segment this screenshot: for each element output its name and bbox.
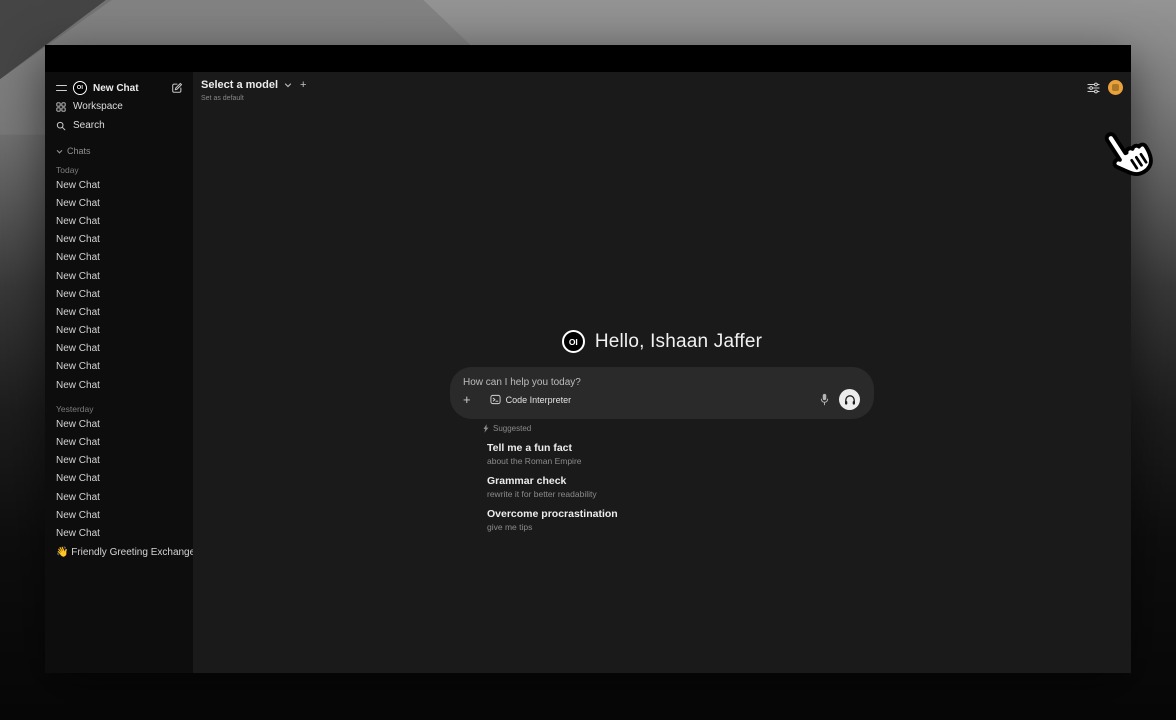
chats-section-toggle[interactable]: Chats bbox=[56, 144, 183, 158]
chat-list-item[interactable]: New Chat bbox=[56, 340, 183, 358]
chat-list-item[interactable]: New Chat bbox=[56, 452, 183, 470]
greeting-row: OI Hello, Ishaan Jaffer bbox=[450, 330, 874, 353]
chat-group-label-today: Today bbox=[56, 163, 183, 176]
search-icon bbox=[56, 121, 66, 131]
chat-list-item[interactable]: New Chat bbox=[56, 249, 183, 267]
prompt-subtitle: about the Roman Empire bbox=[487, 456, 874, 466]
chat-list-item[interactable]: New Chat bbox=[56, 322, 183, 340]
openwebui-logo-icon: OI bbox=[562, 330, 585, 353]
chevron-down-icon bbox=[56, 148, 63, 155]
voice-call-button[interactable] bbox=[839, 389, 860, 410]
prompt-title: Overcome procrastination bbox=[487, 508, 874, 520]
suggested-label: Suggested bbox=[493, 424, 531, 433]
chat-list-item[interactable]: New Chat bbox=[56, 231, 183, 249]
openwebui-logo-icon: OI bbox=[73, 81, 87, 95]
suggested-prompt[interactable]: Grammar check rewrite it for better read… bbox=[487, 475, 874, 499]
message-input-placeholder: How can I help you today? bbox=[463, 377, 860, 388]
suggested-section: Suggested Tell me a fun fact about the R… bbox=[450, 424, 874, 532]
new-chat-edit-icon[interactable] bbox=[171, 82, 183, 94]
code-interpreter-label: Code Interpreter bbox=[506, 395, 572, 405]
attach-plus-button[interactable]: + bbox=[463, 395, 471, 405]
greeting-text: Hello, Ishaan Jaffer bbox=[595, 331, 762, 353]
chat-list-today: New ChatNew ChatNew ChatNew ChatNew Chat… bbox=[56, 176, 183, 394]
code-interpreter-icon bbox=[490, 394, 501, 405]
main-area: Select a model + Set as default bbox=[193, 72, 1131, 673]
chat-list-item[interactable]: New Chat bbox=[56, 488, 183, 506]
suggested-prompts: Tell me a fun fact about the Roman Empir… bbox=[483, 442, 874, 532]
prompt-title: Tell me a fun fact bbox=[487, 442, 874, 454]
sidebar: OI New Chat Workspace bbox=[45, 72, 193, 673]
chat-list-item[interactable]: New Chat bbox=[56, 176, 183, 194]
sidebar-toggle-icon[interactable] bbox=[56, 85, 67, 92]
microphone-icon[interactable] bbox=[819, 393, 830, 407]
user-avatar[interactable] bbox=[1108, 80, 1123, 95]
model-header: Select a model + Set as default bbox=[201, 79, 306, 102]
workspace-label: Workspace bbox=[73, 101, 123, 112]
model-chevron-down-icon[interactable] bbox=[284, 81, 292, 89]
chat-list-item[interactable]: New Chat bbox=[56, 470, 183, 488]
chat-list-item[interactable]: New Chat bbox=[56, 212, 183, 230]
welcome-panel: OI Hello, Ishaan Jaffer How can I help y… bbox=[450, 330, 874, 532]
chat-list-item[interactable]: New Chat bbox=[56, 358, 183, 376]
search-label: Search bbox=[73, 120, 105, 131]
chat-list-item[interactable]: New Chat bbox=[56, 376, 183, 394]
chat-list-item[interactable]: New Chat bbox=[56, 267, 183, 285]
chat-list-item[interactable]: New Chat bbox=[56, 415, 183, 433]
prompt-subtitle: give me tips bbox=[487, 522, 874, 532]
window-titlebar bbox=[45, 45, 1131, 72]
bolt-icon bbox=[483, 424, 489, 433]
prompt-subtitle: rewrite it for better readability bbox=[487, 489, 874, 499]
suggested-prompt[interactable]: Tell me a fun fact about the Roman Empir… bbox=[487, 442, 874, 466]
chats-section-label: Chats bbox=[67, 146, 91, 156]
app-window: OI New Chat Workspace bbox=[45, 45, 1131, 673]
sidebar-item-search[interactable]: Search bbox=[56, 116, 183, 135]
top-actions bbox=[1087, 80, 1123, 95]
sidebar-header: OI New Chat bbox=[56, 79, 183, 97]
settings-sliders-icon[interactable] bbox=[1087, 82, 1100, 94]
message-input[interactable]: How can I help you today? + Code Interpr… bbox=[450, 367, 874, 419]
sidebar-app-title: New Chat bbox=[93, 83, 139, 94]
suggested-prompt[interactable]: Overcome procrastination give me tips bbox=[487, 508, 874, 532]
sidebar-item-workspace[interactable]: Workspace bbox=[56, 97, 183, 116]
chat-list-item-named[interactable]: 👋 Friendly Greeting Exchange bbox=[56, 544, 183, 562]
chat-list-item[interactable]: New Chat bbox=[56, 524, 183, 542]
chat-list-yesterday: New ChatNew ChatNew ChatNew ChatNew Chat… bbox=[56, 415, 183, 542]
workspace-grid-icon bbox=[56, 102, 66, 112]
set-default-link[interactable]: Set as default bbox=[201, 95, 306, 102]
model-selector[interactable]: Select a model bbox=[201, 79, 278, 91]
chat-list-item[interactable]: New Chat bbox=[56, 433, 183, 451]
chat-group-label-yesterday: Yesterday bbox=[56, 402, 183, 415]
headphones-icon bbox=[844, 394, 856, 406]
add-model-button[interactable]: + bbox=[300, 79, 306, 91]
chat-list-item[interactable]: New Chat bbox=[56, 506, 183, 524]
chat-list-item[interactable]: New Chat bbox=[56, 303, 183, 321]
prompt-title: Grammar check bbox=[487, 475, 874, 487]
chat-list-item[interactable]: New Chat bbox=[56, 194, 183, 212]
chat-list-item[interactable]: New Chat bbox=[56, 285, 183, 303]
code-interpreter-toggle[interactable]: Code Interpreter bbox=[490, 394, 572, 405]
